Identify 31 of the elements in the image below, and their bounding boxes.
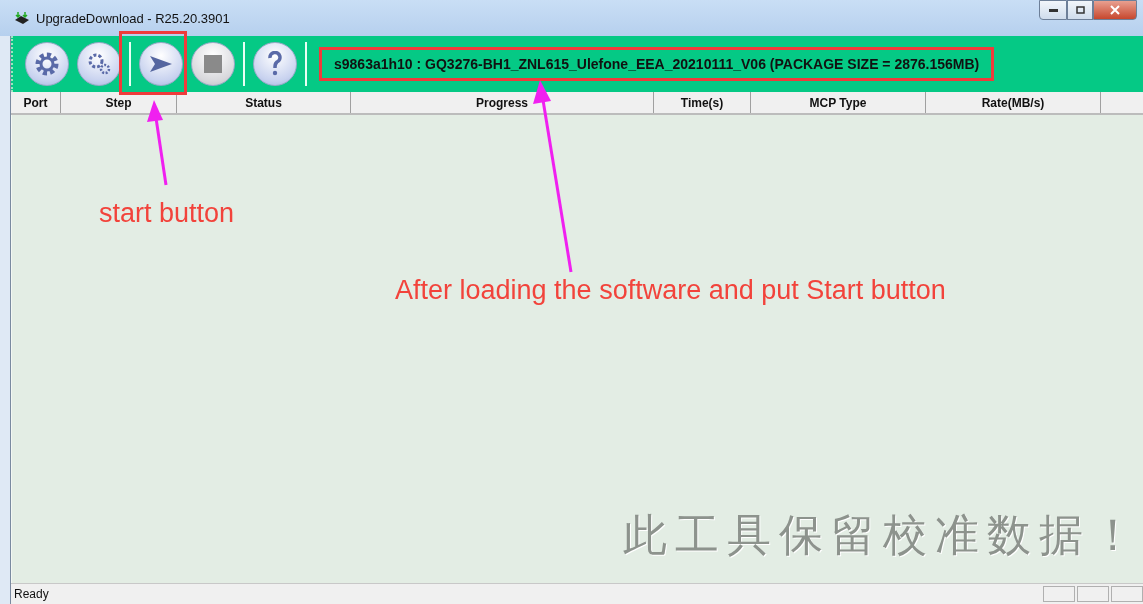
- help-icon: [267, 51, 283, 77]
- start-button[interactable]: [139, 42, 183, 86]
- column-header[interactable]: Time(s): [654, 92, 751, 113]
- maximize-icon: [1075, 6, 1085, 14]
- annotation-text: start button: [99, 198, 235, 229]
- settings-button[interactable]: [25, 42, 69, 86]
- package-label: s9863a1h10 : GQ3276-BH1_ZNL615_Ulefone_EEA_20210111_V06 (PACKAGE SIZE = 2876.156MB): [319, 47, 995, 81]
- advanced-button[interactable]: [77, 42, 121, 86]
- window-title: UpgradeDownload - R25.20.3901: [36, 10, 230, 26]
- minimize-button[interactable]: [1039, 0, 1067, 20]
- app-icon: [14, 11, 30, 25]
- column-header[interactable]: Rate(MB/s): [926, 92, 1101, 113]
- gears-icon: [86, 51, 112, 77]
- close-button[interactable]: [1093, 0, 1137, 20]
- column-header[interactable]: Status: [177, 92, 351, 113]
- close-icon: [1110, 5, 1120, 15]
- stop-icon: [204, 55, 222, 73]
- annotation-text: After loading the software and put Start button: [395, 275, 946, 306]
- status-pane: [1111, 586, 1143, 602]
- maximize-button[interactable]: [1067, 0, 1093, 20]
- status-text: Ready: [14, 587, 50, 601]
- column-header[interactable]: Port: [11, 92, 61, 113]
- column-header[interactable]: MCP Type: [751, 92, 926, 113]
- background-note: 此工具保留校准数据！: [623, 508, 1143, 562]
- highlight-frame: [119, 31, 187, 95]
- status-pane: [1043, 586, 1075, 602]
- help-button[interactable]: [253, 42, 297, 86]
- minimize-icon: [1048, 8, 1058, 12]
- gear-icon: [34, 51, 60, 77]
- status-pane: [1077, 586, 1109, 602]
- play-arrow-icon: [149, 55, 173, 73]
